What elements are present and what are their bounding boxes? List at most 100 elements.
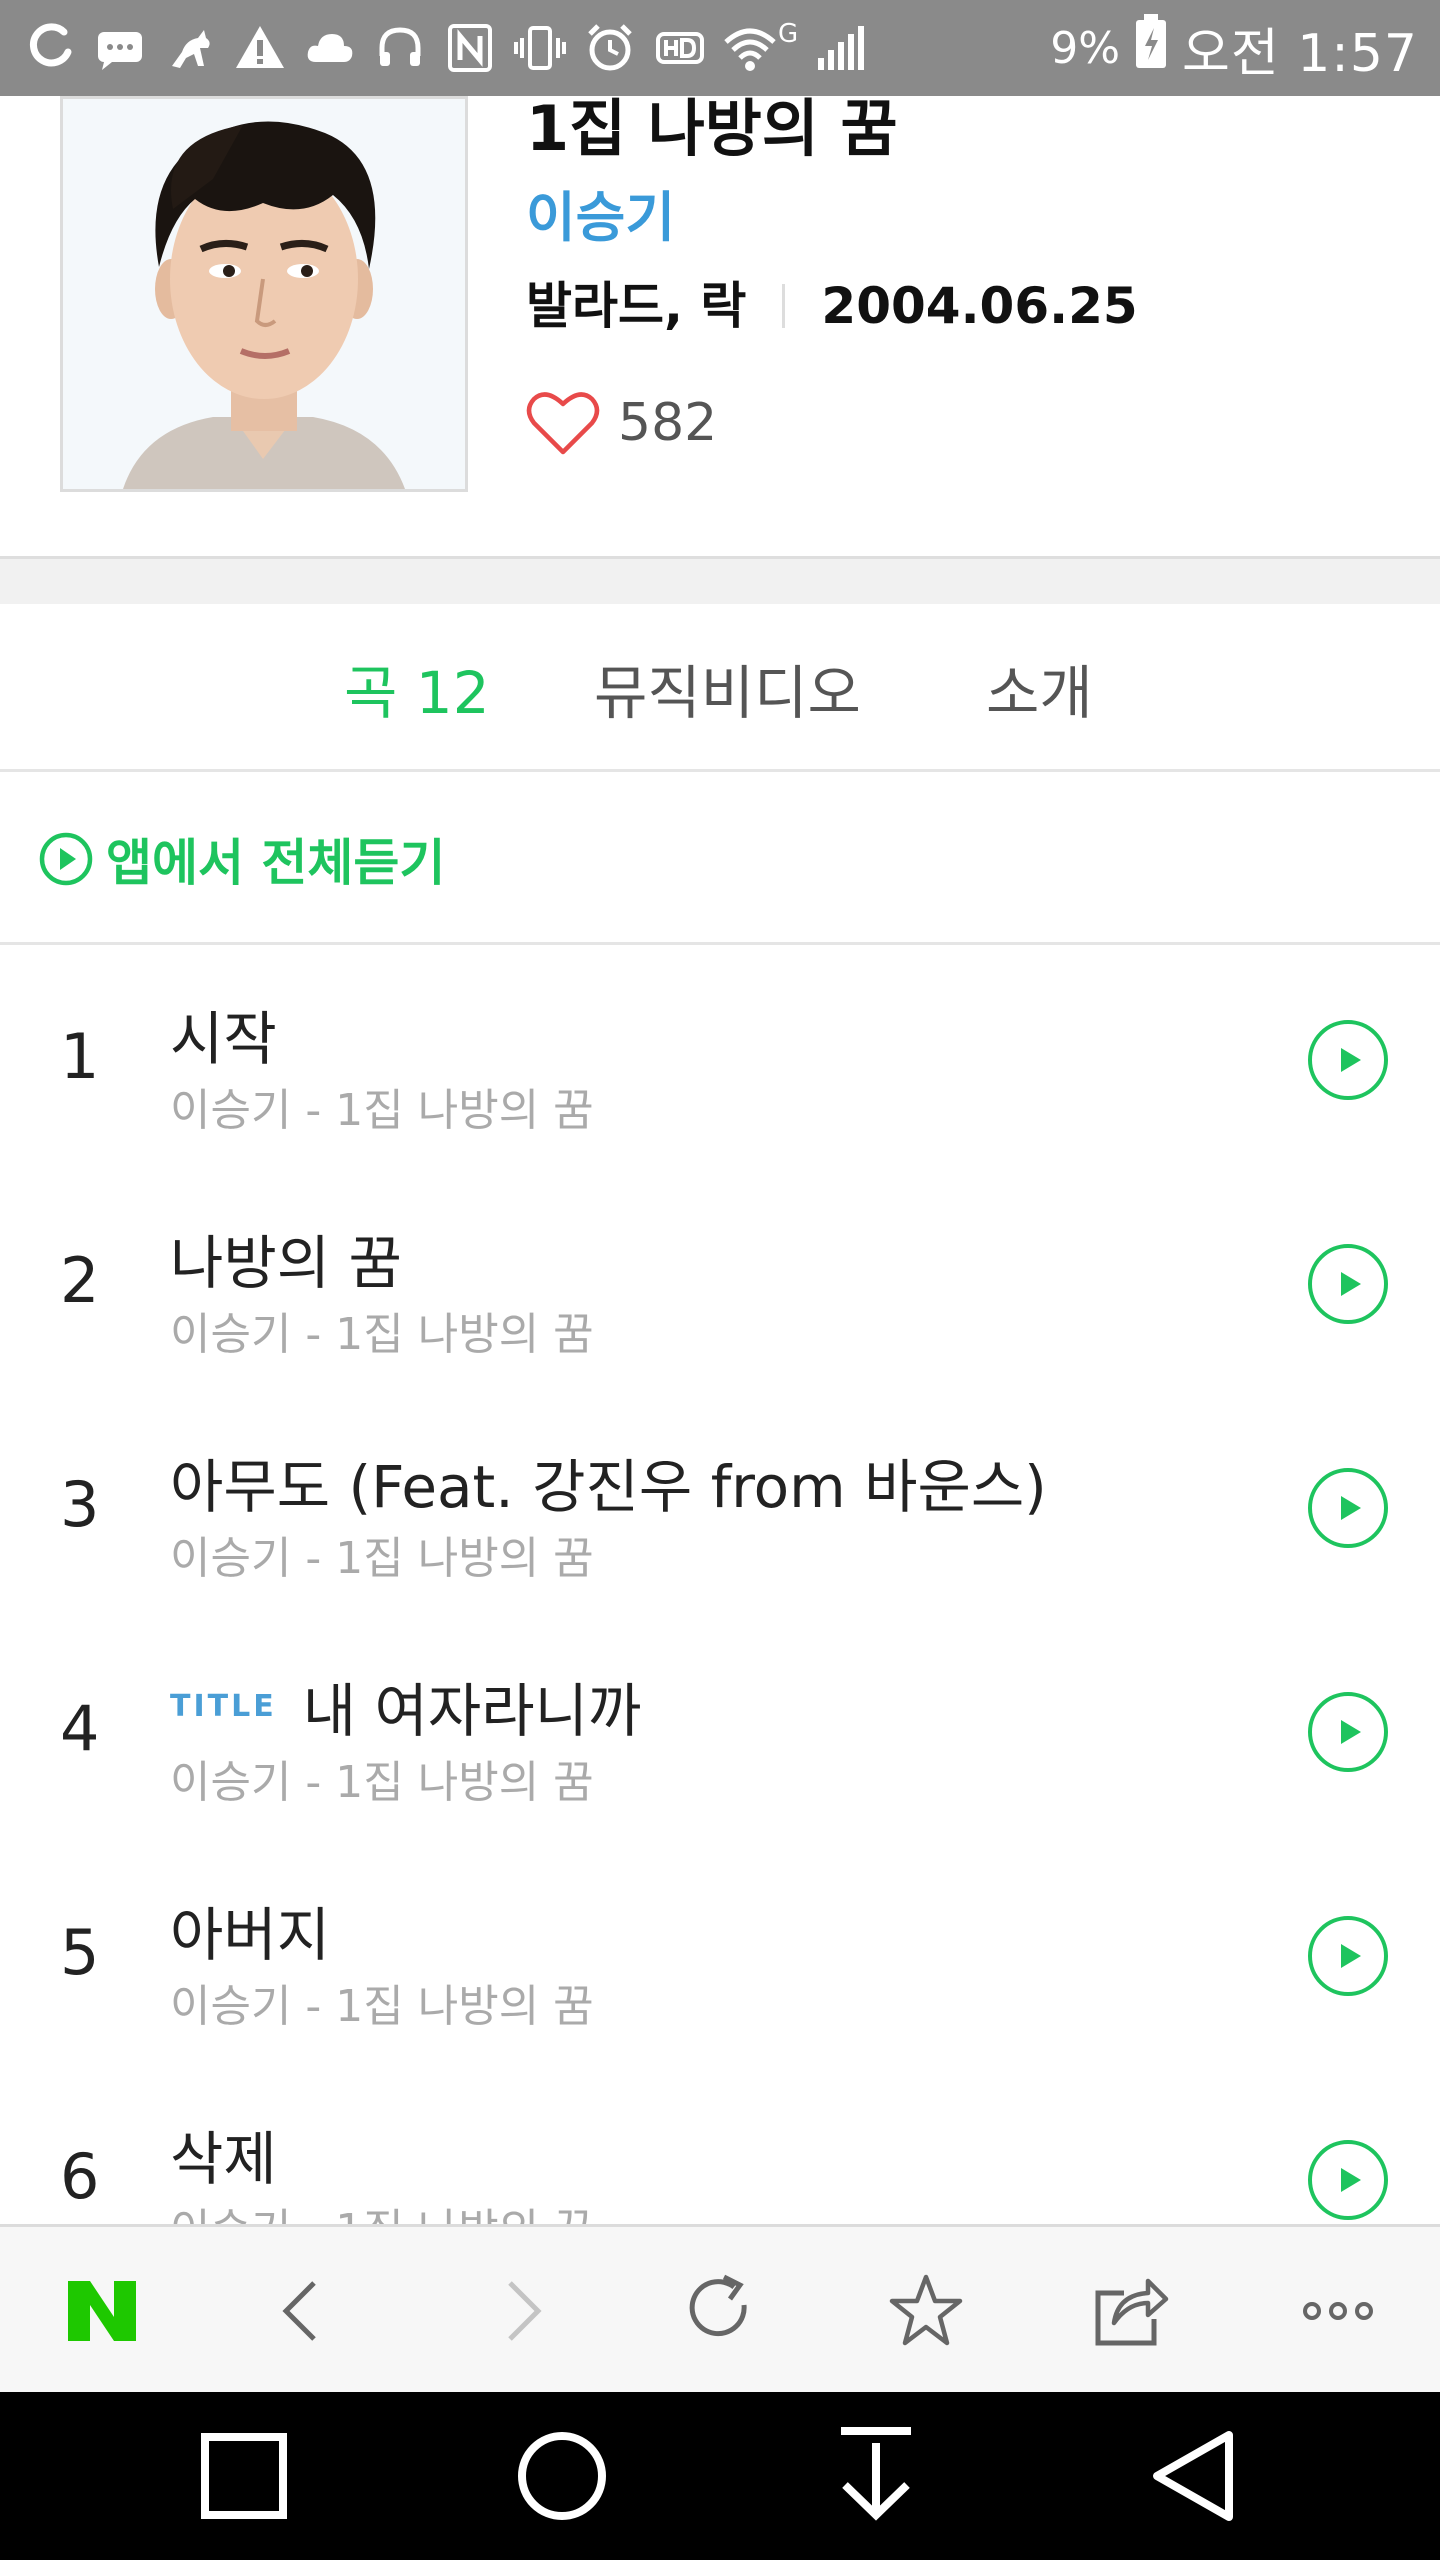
share-icon: [1095, 2278, 1169, 2346]
track-subtitle: 이승기 - 1집 나방의 꿈: [170, 1757, 594, 1808]
track-row[interactable]: 6 삭제 이승기 - 1집 나방의 꿈: [0, 2068, 1440, 2224]
hd-icon: [652, 20, 708, 76]
album-header: 1집 나방의 꿈 이승기 발라드, 락 2004.06.25 582: [0, 92, 1440, 556]
headset-icon: [372, 20, 428, 76]
tab-songs[interactable]: 곡 12: [344, 604, 490, 772]
vibrate-icon: [512, 20, 568, 76]
recents-icon: [201, 2433, 287, 2519]
track-title-line: 아무도 (Feat. 강진우 from 바운스): [170, 1440, 1047, 1524]
cloud-icon: [302, 20, 358, 76]
like-count: 582: [618, 393, 718, 453]
track-number: 4: [60, 1692, 100, 1765]
track-play-icon[interactable]: [1306, 2138, 1390, 2222]
track-number: 2: [60, 1244, 100, 1317]
track-play-icon[interactable]: [1306, 1018, 1390, 1102]
home-icon: [518, 2432, 606, 2520]
play-circle-icon: [39, 832, 93, 885]
track-subtitle: 이승기 - 1집 나방의 꿈: [170, 1533, 594, 1584]
track-number: 5: [60, 1916, 100, 1989]
heart-icon: [526, 392, 600, 455]
like-button[interactable]: 582: [526, 390, 1406, 456]
section-divider: [0, 556, 1440, 604]
album-artist-link[interactable]: 이승기: [526, 186, 1406, 250]
tab-music-videos[interactable]: 뮤직비디오: [594, 604, 861, 772]
track-subtitle: 이승기 - 1집 나방의 꿈: [170, 1085, 594, 1136]
track-title-line: TITLE 내 여자라니까: [170, 1664, 641, 1748]
browser-reload-button[interactable]: [650, 2227, 790, 2395]
recents-button[interactable]: [164, 2392, 324, 2560]
track-play-icon[interactable]: [1306, 1466, 1390, 1550]
track-row[interactable]: 4 TITLE 내 여자라니까 이승기 - 1집 나방의 꿈: [0, 1620, 1440, 1844]
track-title: 아버지: [170, 1901, 331, 1969]
track-play-icon[interactable]: [1306, 1242, 1390, 1326]
browser-toolbar: [0, 2224, 1440, 2392]
more-button[interactable]: [1268, 2227, 1408, 2395]
play-all-label: 앱에서 전체듣기: [106, 833, 446, 892]
warning-icon: [232, 20, 288, 76]
track-row[interactable]: 5 아버지 이승기 - 1집 나방의 꿈: [0, 1844, 1440, 2068]
track-row[interactable]: 1 시작 이승기 - 1집 나방의 꿈: [0, 948, 1440, 1172]
message-icon: [92, 20, 148, 76]
status-icons: G: [22, 19, 1050, 76]
home-button[interactable]: [482, 2392, 642, 2560]
battery-icon: [1134, 14, 1168, 82]
browser-back-button[interactable]: [234, 2227, 374, 2395]
back-icon: [1153, 2431, 1233, 2521]
track-title: 나방의 꿈: [170, 1229, 402, 1297]
title-track-badge: TITLE: [170, 1688, 277, 1724]
naver-home-button[interactable]: [32, 2227, 172, 2395]
alarm-icon: [582, 20, 638, 76]
back-icon: [282, 2281, 316, 2341]
album-cover-portrait: [63, 99, 465, 489]
system-back-button[interactable]: [1118, 2392, 1278, 2560]
album-meta: 발라드, 락 2004.06.25: [526, 274, 1406, 338]
play-all-in-app-button[interactable]: 앱에서 전체듣기: [0, 775, 1440, 945]
album-cover[interactable]: [60, 96, 468, 492]
track-subtitle: 이승기 - 1집 나방의 꿈: [170, 1981, 594, 2032]
battery-percent: 9%: [1050, 22, 1121, 74]
track-title: 시작: [170, 1005, 277, 1073]
track-row[interactable]: 2 나방의 꿈 이승기 - 1집 나방의 꿈: [0, 1172, 1440, 1396]
track-number: 3: [60, 1468, 100, 1541]
track-play-icon[interactable]: [1306, 1690, 1390, 1774]
track-list: 1 시작 이승기 - 1집 나방의 꿈 2 나방의 꿈 이승기 - 1집 나방의…: [0, 948, 1440, 2224]
reload-icon: [689, 2274, 747, 2337]
share-button[interactable]: [1060, 2227, 1200, 2395]
meta-divider: [782, 284, 786, 328]
nfc-icon: [442, 20, 498, 76]
bookmark-star-icon: [889, 2274, 963, 2346]
track-title-line: 삭제: [170, 2112, 277, 2196]
track-title: 내 여자라니까: [302, 1677, 642, 1745]
browser-forward-button[interactable]: [450, 2227, 590, 2395]
kangaroo-icon: [162, 20, 218, 76]
album-genre: 발라드, 락: [526, 277, 747, 335]
clock: 오전 1:57: [1182, 23, 1418, 84]
track-title-line: 나방의 꿈: [170, 1216, 402, 1300]
album-release-date: 2004.06.25: [821, 277, 1138, 335]
more-icon: [1303, 2302, 1373, 2320]
status-bar: G 9% 오전 1:57: [0, 0, 1440, 96]
track-title-line: 아버지: [170, 1888, 330, 1972]
wifi-icon: [722, 20, 778, 76]
wifi-badge: G: [778, 19, 799, 49]
notification-pull-icon: [841, 2427, 911, 2521]
album-info: 1집 나방의 꿈 이승기 발라드, 락 2004.06.25 582: [526, 92, 1406, 456]
bookmark-button[interactable]: [856, 2227, 996, 2395]
track-title-line: 시작: [170, 992, 277, 1076]
track-play-icon[interactable]: [1306, 1914, 1390, 1998]
track-row[interactable]: 3 아무도 (Feat. 강진우 from 바운스) 이승기 - 1집 나방의 …: [0, 1396, 1440, 1620]
notification-pull-button[interactable]: [796, 2392, 956, 2560]
track-subtitle: 이승기 - 1집 나방의 꿈: [170, 2194, 594, 2224]
track-number: 6: [60, 2140, 100, 2213]
album-tabs: 곡 12 뮤직비디오 소개: [0, 604, 1440, 772]
status-right: 9% 오전 1:57: [1050, 11, 1418, 86]
album-title: 1집 나방의 꿈: [526, 92, 898, 165]
signal-icon: [812, 20, 868, 76]
tab-intro[interactable]: 소개: [986, 604, 1093, 772]
track-number: 1: [60, 1020, 100, 1093]
track-title: 삭제: [170, 2125, 277, 2193]
track-title: 아무도 (Feat. 강진우 from 바운스): [170, 1453, 1047, 1521]
forward-icon: [508, 2281, 542, 2341]
naver-home-icon: [68, 2281, 136, 2341]
track-subtitle: 이승기 - 1집 나방의 꿈: [170, 1309, 594, 1360]
